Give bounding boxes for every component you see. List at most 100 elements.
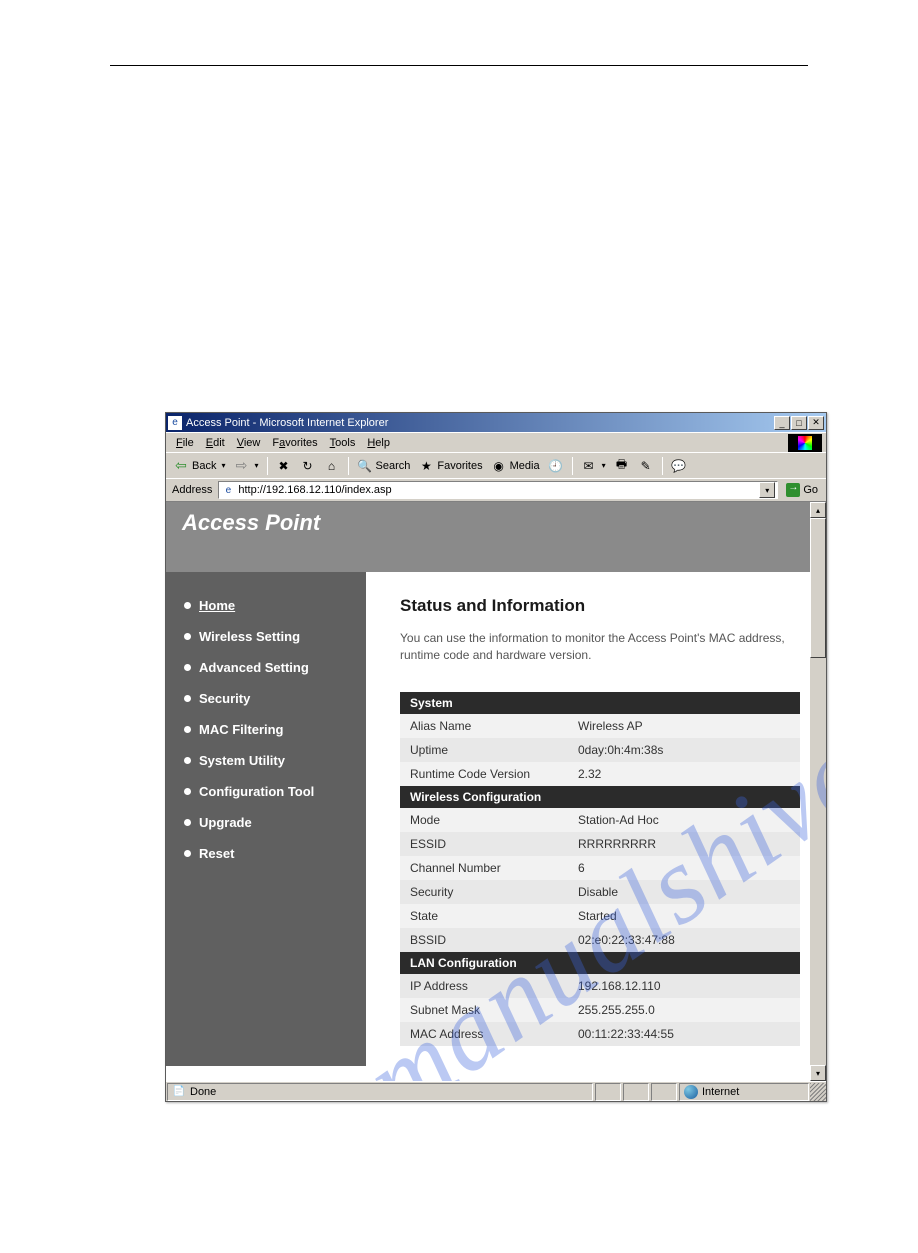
home-button[interactable]: ⌂: [321, 456, 343, 476]
cell-key: State: [400, 904, 568, 928]
sidebar-item-label: Configuration Tool: [199, 784, 314, 799]
refresh-button[interactable]: ↻: [297, 456, 319, 476]
addressbar: Address e http://192.168.12.110/index.as…: [166, 478, 826, 501]
cell-value: 255.255.255.0: [568, 998, 800, 1022]
address-dropdown-icon[interactable]: ▾: [759, 482, 775, 498]
sidebar-item-mac-filtering[interactable]: MAC Filtering: [184, 714, 366, 745]
go-button[interactable]: Go: [782, 483, 822, 497]
back-button[interactable]: ⇦ Back ▾: [170, 456, 228, 476]
menu-tools[interactable]: Tools: [324, 436, 362, 450]
media-icon: ◉: [491, 458, 507, 474]
status-cell: [595, 1083, 621, 1101]
address-input[interactable]: e http://192.168.12.110/index.asp ▾: [218, 481, 778, 499]
status-zone: Internet: [679, 1083, 809, 1101]
close-button[interactable]: ✕: [808, 416, 824, 430]
cell-value: 192.168.12.110: [568, 974, 800, 998]
sidebar-item-security[interactable]: Security: [184, 683, 366, 714]
favorites-button[interactable]: ★Favorites: [415, 456, 485, 476]
edit-button[interactable]: ✎: [635, 456, 657, 476]
cell-key: ESSID: [400, 832, 568, 856]
cell-key: Runtime Code Version: [400, 762, 568, 786]
sidebar-item-configuration-tool[interactable]: Configuration Tool: [184, 776, 366, 807]
vertical-scrollbar[interactable]: ▴ ▾: [810, 502, 826, 1081]
menu-help[interactable]: Help: [361, 436, 396, 450]
cell-value: 2.32: [568, 762, 800, 786]
sidebar-item-wireless-setting[interactable]: Wireless Setting: [184, 621, 366, 652]
media-label: Media: [510, 460, 540, 472]
bullet-icon: [184, 850, 191, 857]
status-page-icon: 📄: [172, 1085, 186, 1099]
sidebar-item-label: Reset: [199, 846, 234, 861]
bullet-icon: [184, 633, 191, 640]
history-button[interactable]: 🕘: [545, 456, 567, 476]
content-heading: Status and Information: [400, 596, 800, 616]
menu-edit[interactable]: Edit: [200, 436, 231, 450]
main-content: Status and Information You can use the i…: [366, 572, 826, 1066]
scroll-down-button[interactable]: ▾: [810, 1065, 826, 1081]
bullet-icon: [184, 819, 191, 826]
resize-grip[interactable]: [810, 1083, 826, 1101]
discuss-icon: 💬: [671, 458, 687, 474]
edit-icon: ✎: [638, 458, 654, 474]
menu-view[interactable]: View: [231, 436, 267, 450]
sidebar-item-label: Advanced Setting: [199, 660, 309, 675]
minimize-button[interactable]: _: [774, 416, 790, 430]
scroll-thumb[interactable]: [810, 518, 826, 658]
sidebar-item-label: Upgrade: [199, 815, 252, 830]
cell-value: 6: [568, 856, 800, 880]
stop-button[interactable]: ✖: [273, 456, 295, 476]
cell-key: IP Address: [400, 974, 568, 998]
sidebar-item-home[interactable]: Home: [184, 590, 366, 621]
back-label: Back: [192, 460, 216, 472]
print-button[interactable]: 🖶: [611, 456, 633, 476]
cell-key: Subnet Mask: [400, 998, 568, 1022]
forward-button[interactable]: ⇨ ▾: [230, 456, 261, 476]
discuss-button[interactable]: 💬: [668, 456, 690, 476]
cell-key: Security: [400, 880, 568, 904]
cell-value: RRRRRRRRR: [568, 832, 800, 856]
cell-key: BSSID: [400, 928, 568, 952]
sidebar-item-label: MAC Filtering: [199, 722, 284, 737]
favorites-icon: ★: [418, 458, 434, 474]
menubar: File Edit View Favorites Tools Help: [166, 432, 826, 452]
cell-key: Channel Number: [400, 856, 568, 880]
address-label: Address: [170, 484, 214, 496]
media-button[interactable]: ◉Media: [488, 456, 543, 476]
sidebar-item-advanced-setting[interactable]: Advanced Setting: [184, 652, 366, 683]
sidebar-item-upgrade[interactable]: Upgrade: [184, 807, 366, 838]
cell-value: Started: [568, 904, 800, 928]
window-titlebar: e Access Point - Microsoft Internet Expl…: [166, 413, 826, 432]
ie-icon: e: [168, 416, 182, 430]
cell-value: 02:e0:22:33:47:88: [568, 928, 800, 952]
forward-arrow-icon: ⇨: [233, 458, 249, 474]
page-title: Access Point: [182, 510, 320, 535]
mail-button[interactable]: ✉▾: [578, 456, 609, 476]
search-button[interactable]: 🔍Search: [354, 456, 414, 476]
sidebar-item-system-utility[interactable]: System Utility: [184, 745, 366, 776]
search-label: Search: [376, 460, 411, 472]
page-icon: e: [221, 483, 235, 497]
sidebar-item-reset[interactable]: Reset: [184, 838, 366, 869]
cell-value: 0day:0h:4m:38s: [568, 738, 800, 762]
window-title: Access Point - Microsoft Internet Explor…: [186, 417, 774, 429]
status-cell: [623, 1083, 649, 1101]
address-url: http://192.168.12.110/index.asp: [238, 484, 759, 496]
cell-value: 00:11:22:33:44:55: [568, 1022, 800, 1046]
zone-label: Internet: [702, 1086, 739, 1098]
go-label: Go: [803, 484, 818, 496]
statusbar: 📄 Done Internet: [166, 1081, 826, 1101]
bullet-icon: [184, 788, 191, 795]
content-description: You can use the information to monitor t…: [400, 630, 800, 664]
menu-file[interactable]: File: [170, 436, 200, 450]
scroll-up-button[interactable]: ▴: [810, 502, 826, 518]
mail-icon: ✉: [581, 458, 597, 474]
refresh-icon: ↻: [300, 458, 316, 474]
sidebar-item-label: System Utility: [199, 753, 285, 768]
maximize-button[interactable]: □: [791, 416, 807, 430]
cell-value: Wireless AP: [568, 714, 800, 738]
bullet-icon: [184, 695, 191, 702]
bullet-icon: [184, 602, 191, 609]
status-cell: [651, 1083, 677, 1101]
content-area: Access Point Home Wireless Setting Advan…: [166, 501, 826, 1081]
menu-favorites[interactable]: Favorites: [266, 436, 323, 450]
